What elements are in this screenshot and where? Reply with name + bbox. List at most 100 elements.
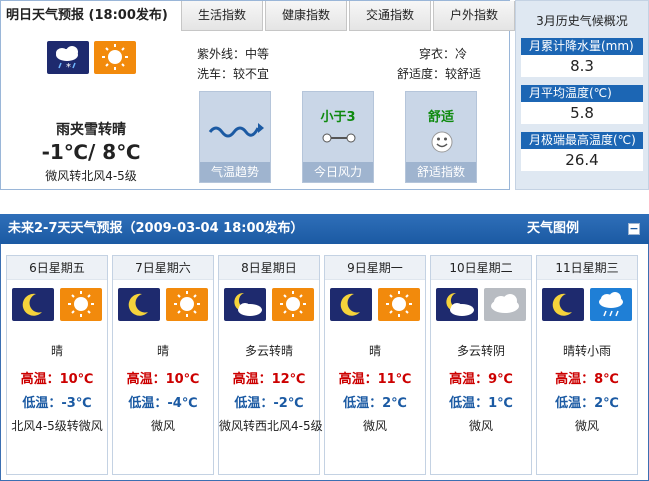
- high-label: 高温：: [555, 372, 595, 387]
- wind-level-text: 小于3: [320, 110, 356, 125]
- day-date: 6日星期五: [7, 256, 107, 280]
- tab-health[interactable]: 健康指数: [265, 1, 347, 31]
- high-value: 12℃: [271, 372, 306, 387]
- high-value: 11℃: [377, 372, 412, 387]
- low-value: -2℃: [273, 396, 304, 411]
- climate-value: 8.3: [521, 55, 643, 77]
- day-date: 10日星期二: [431, 256, 531, 280]
- svg-text:*: *: [66, 62, 71, 73]
- day-low: 低温：2℃: [325, 392, 425, 411]
- forecast-day: 8日星期日 多云转晴 高温：12℃ 低温：-2℃ 微风转西北风4-5级: [218, 255, 323, 475]
- climate-label: 月累计降水量(mm): [521, 38, 643, 55]
- sun-icon: [166, 288, 208, 321]
- day-wind: 微风转西北风4-5级: [219, 419, 323, 433]
- day-date: 8日星期日: [219, 256, 319, 280]
- day-date: 11日星期三: [537, 256, 637, 280]
- day-low: 低温：-3℃: [7, 392, 107, 411]
- high-label: 高温：: [232, 372, 272, 387]
- low-value: 2℃: [594, 396, 619, 411]
- high-label: 高温：: [126, 372, 166, 387]
- tomorrow-panel: 明日天气预报 (18:00发布) 生活指数 健康指数 交通指数 户外指数 * 雨…: [0, 0, 515, 190]
- day-condition: 晴: [368, 344, 381, 358]
- moon-icon: [330, 288, 372, 321]
- day-low: 低温：-4℃: [113, 392, 213, 411]
- tab-traffic[interactable]: 交通指数: [349, 1, 431, 31]
- comfort-index: 舒适度：较舒适: [397, 67, 482, 81]
- carwash-index: 洗车：较不宜: [197, 67, 270, 81]
- comfort-tile[interactable]: 舒适 舒适指数: [405, 91, 477, 183]
- high-label: 高温：: [449, 372, 489, 387]
- moon-icon: [12, 288, 54, 321]
- sun-icon: [94, 41, 136, 74]
- day-high: 高温：10℃: [7, 368, 107, 387]
- forecast-day: 11日星期三 晴转小雨 高温：8℃ 低温：2℃ 微风: [536, 255, 638, 475]
- tomorrow-published: (18:00发布): [88, 8, 168, 23]
- day-wind: 微风: [362, 419, 387, 433]
- collapse-button[interactable]: −: [628, 223, 640, 235]
- weather-legend-link[interactable]: 天气图例: [527, 214, 579, 244]
- low-label: 低温：: [234, 396, 274, 411]
- comfort-level-text: 舒适: [427, 110, 454, 125]
- wind-icon: [321, 130, 357, 149]
- sleet-icon: *: [47, 41, 89, 74]
- day-condition: 晴转小雨: [562, 344, 611, 358]
- high-label: 高温：: [338, 372, 378, 387]
- day-high: 高温：12℃: [219, 368, 319, 387]
- day-low: 低温：1℃: [431, 392, 531, 411]
- forecast-title: 未来2-7天天气预报（2009-03-04 18:00发布）: [8, 221, 304, 236]
- tomorrow-icons: *: [47, 41, 136, 74]
- low-label: 低温：: [555, 396, 595, 411]
- index-tabs: 生活指数 健康指数 交通指数 户外指数: [181, 1, 517, 31]
- trend-icon: [206, 120, 266, 143]
- forecast-day: 9日星期一 晴 高温：11℃ 低温：2℃ 微风: [324, 255, 426, 475]
- tomorrow-wind: 微风转北风4-5级: [45, 169, 137, 183]
- day-wind: 微风: [150, 419, 175, 433]
- low-label: 低温：: [22, 396, 62, 411]
- climate-history-panel: 3月历史气候概况 月累计降水量(mm) 8.3 月平均温度(℃) 5.8 月极端…: [515, 0, 649, 190]
- day-high: 高温：11℃: [325, 368, 425, 387]
- high-value: 10℃: [165, 372, 200, 387]
- forecast-days: 6日星期五 晴 高温：10℃ 低温：-3℃ 北风4-5级转微风 7日星期六 晴 …: [6, 255, 638, 475]
- day-date: 9日星期一: [325, 256, 425, 280]
- day-high: 高温：10℃: [113, 368, 213, 387]
- day-wind: 微风: [468, 419, 493, 433]
- smile-icon: [430, 130, 454, 157]
- low-value: 2℃: [382, 396, 407, 411]
- climate-label: 月极端最高温度(℃): [521, 132, 643, 149]
- high-value: 10℃: [59, 372, 94, 387]
- low-label: 低温：: [343, 396, 383, 411]
- tab-outdoor[interactable]: 户外指数: [433, 1, 515, 31]
- high-value: 9℃: [488, 372, 513, 387]
- overcast-icon: [484, 288, 526, 321]
- wind-tile[interactable]: 小于3 今日风力: [302, 91, 374, 183]
- tab-life[interactable]: 生活指数: [181, 1, 263, 31]
- tomorrow-title-text: 明日天气预报: [6, 8, 85, 23]
- moon-icon: [542, 288, 584, 321]
- low-label: 低温：: [128, 396, 168, 411]
- high-value: 8℃: [594, 372, 619, 387]
- light-rain-icon: [590, 288, 632, 321]
- day-condition: 多云转晴: [244, 344, 293, 358]
- tomorrow-condition: 雨夹雪转晴: [56, 122, 126, 138]
- forecast-day: 6日星期五 晴 高温：10℃ 低温：-3℃ 北风4-5级转微风: [6, 255, 108, 475]
- day-low: 低温：-2℃: [219, 392, 319, 411]
- climate-label: 月平均温度(℃): [521, 85, 643, 102]
- day-wind: 北风4-5级转微风: [11, 419, 103, 433]
- clothing-index: 穿衣：冷: [419, 47, 468, 61]
- day-condition: 多云转阴: [456, 344, 505, 358]
- moon-icon: [118, 288, 160, 321]
- day-low: 低温：2℃: [537, 392, 637, 411]
- day-condition: 晴: [156, 344, 169, 358]
- low-value: -3℃: [61, 396, 92, 411]
- tomorrow-title: 明日天气预报 (18:00发布): [1, 1, 181, 31]
- tile-caption-wind: 今日风力: [303, 162, 373, 182]
- day-high: 高温：9℃: [431, 368, 531, 387]
- uv-index: 紫外线：中等: [197, 47, 270, 61]
- forecast-day: 10日星期二 多云转阴 高温：9℃ 低温：1℃ 微风: [430, 255, 532, 475]
- high-label: 高温：: [20, 372, 60, 387]
- low-label: 低温：: [449, 396, 489, 411]
- tile-caption-comfort: 舒适指数: [406, 162, 476, 182]
- temperature-trend-tile[interactable]: 气温趋势: [199, 91, 271, 183]
- tile-caption-trend: 气温趋势: [200, 162, 270, 182]
- tomorrow-temperature: -1℃/ 8℃: [41, 140, 141, 164]
